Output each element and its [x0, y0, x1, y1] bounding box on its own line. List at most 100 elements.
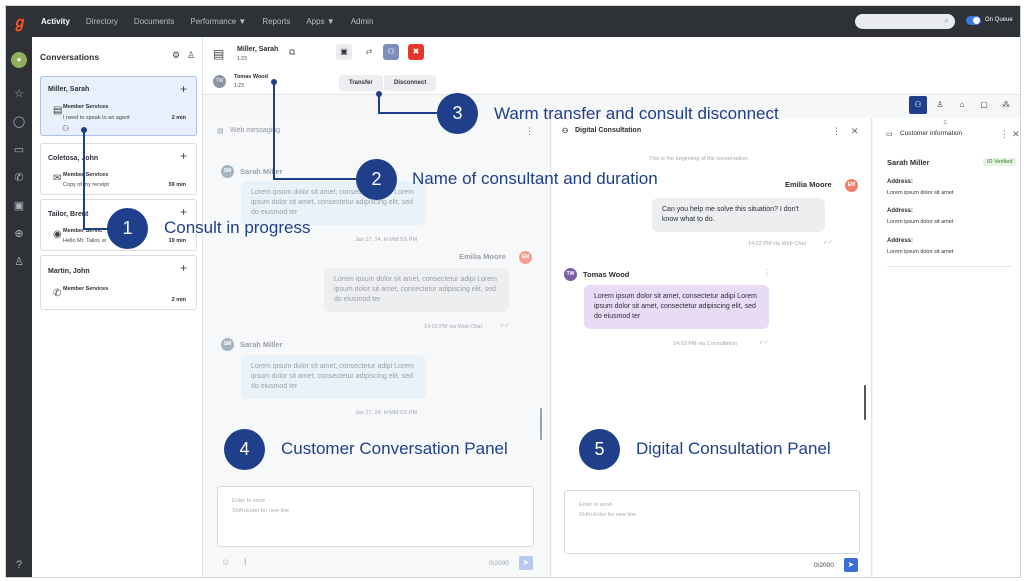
- transfer-button[interactable]: Transfer: [339, 75, 383, 91]
- annotation-3-label: Warm transfer and consult disconnect: [494, 104, 779, 123]
- customer-info-name: Sarah Miller: [887, 158, 930, 167]
- add-participant-icon[interactable]: ♙: [187, 50, 195, 61]
- message-input[interactable]: Enter to send Shift+Enter for new line: [217, 486, 534, 547]
- sender-name: Emilia Moore: [785, 180, 832, 189]
- screen-share-button[interactable]: ▣: [336, 44, 352, 60]
- sender-avatar: SM: [221, 165, 234, 178]
- nav-apps[interactable]: Apps ▼: [306, 17, 334, 26]
- card-name: Martin, John: [48, 268, 90, 275]
- phone-icon[interactable]: ✆: [11, 170, 27, 186]
- message-timestamp: 14:03 PM via Web Chat: [748, 241, 806, 247]
- address-label: Address:: [887, 208, 914, 214]
- consult-message-input[interactable]: Enter to send Shift+Enter for new line: [564, 490, 860, 554]
- transfer-arrows-button[interactable]: ⇄: [361, 44, 377, 60]
- user-avatar[interactable]: ●: [11, 52, 27, 68]
- sender-name: Tomas Wood: [583, 270, 630, 279]
- annotation-1-connector: [83, 130, 85, 230]
- global-search-input[interactable]: ⌕: [855, 14, 955, 29]
- end-interaction-button[interactable]: ✖: [408, 44, 424, 60]
- consultant-duration: 1:23: [234, 83, 244, 89]
- customer-name: Miller, Sarah: [237, 46, 279, 53]
- card-queue: Member Services: [63, 286, 109, 292]
- kebab-menu-icon[interactable]: ⋮: [763, 268, 771, 277]
- annotation-2-connector: [273, 82, 275, 180]
- top-nav-bar: ℊ Activity Directory Documents Performan…: [6, 6, 1020, 37]
- customer-duration: 1:23: [237, 56, 247, 62]
- on-queue-toggle[interactable]: [966, 16, 981, 25]
- network-icon[interactable]: ⁂: [997, 96, 1015, 114]
- conversations-title: Conversations: [40, 52, 100, 62]
- nav-directory[interactable]: Directory: [86, 17, 118, 26]
- read-receipt-icon: ✓✓: [823, 240, 833, 246]
- sender-avatar: EM: [845, 179, 858, 192]
- send-button[interactable]: ➤: [844, 558, 858, 572]
- card-queue: Member Services: [63, 104, 109, 110]
- message-timestamp: 14:03 PM via Web Chat: [424, 324, 482, 330]
- sender-avatar: TW: [564, 268, 577, 281]
- globe-icon[interactable]: ⊕: [11, 226, 27, 242]
- chat-bubble-icon[interactable]: ◯: [11, 114, 27, 130]
- journey-icon[interactable]: ⌂: [953, 96, 971, 114]
- inbox-icon[interactable]: ▣: [11, 198, 27, 214]
- contacts-icon[interactable]: ♙: [11, 254, 27, 270]
- annotation-1-label: Consult in progress: [164, 218, 311, 237]
- email-icon: ✉: [53, 173, 62, 184]
- close-icon[interactable]: ✕: [1012, 129, 1020, 140]
- consult-button[interactable]: ⚇: [383, 44, 399, 60]
- digital-consultation-title: Digital Consultation: [575, 127, 642, 134]
- annotation-3-connector: [378, 112, 438, 114]
- person-icon[interactable]: ♙: [931, 96, 949, 114]
- message-bubble: Lorem ipsum dolor sit amet, consectetur …: [241, 355, 426, 399]
- message-icon: ▤: [53, 105, 63, 116]
- star-icon[interactable]: ☆: [11, 86, 27, 102]
- consult-icon: ⚇: [62, 124, 70, 133]
- send-button[interactable]: ➤: [519, 556, 533, 570]
- message-bubble: Lorem ipsum dolor sit amet, consectetur …: [324, 268, 509, 312]
- annotation-5-marker: 5: [579, 429, 620, 470]
- consult-panel-icon[interactable]: ⚇: [909, 96, 927, 114]
- card-duration: 19 min: [168, 238, 186, 244]
- help-icon[interactable]: ?: [11, 557, 27, 573]
- scrollbar[interactable]: [864, 385, 866, 420]
- scrollbar[interactable]: [540, 408, 542, 440]
- kebab-menu-icon[interactable]: ⋮: [832, 126, 841, 137]
- plus-icon[interactable]: +: [180, 261, 187, 275]
- conversation-card[interactable]: Coletosa, John + ✉ Member Services Copy …: [40, 143, 197, 195]
- customer-information-title: Customer information: [900, 130, 963, 137]
- video-icon[interactable]: ▭: [11, 142, 27, 158]
- disconnect-button[interactable]: Disconnect: [384, 75, 437, 91]
- settings-gear-icon[interactable]: ⚙: [172, 50, 180, 61]
- nav-performance[interactable]: Performance ▼: [190, 17, 246, 26]
- conversation-card[interactable]: Miller, Sarah + ▤ Member Services I need…: [40, 76, 197, 136]
- left-rail: ● ☆ ◯ ▭ ✆ ▣ ⊕ ♙ ?: [6, 37, 32, 577]
- input-placeholder: Enter to send: [232, 498, 265, 504]
- genesys-logo-icon[interactable]: ℊ: [6, 6, 34, 37]
- close-icon[interactable]: ✕: [851, 126, 859, 137]
- read-receipt-icon: ✓✓: [759, 340, 769, 346]
- annotation-4-label: Customer Conversation Panel: [281, 439, 508, 458]
- read-receipt-icon: ✓✓: [500, 323, 510, 329]
- annotation-3-connector: [378, 94, 380, 113]
- drag-handle-icon[interactable]: ⠿: [943, 120, 947, 127]
- copy-icon[interactable]: ⧉: [289, 47, 295, 58]
- emoji-icon[interactable]: ☺: [221, 557, 230, 567]
- annotation-2-marker: 2: [356, 159, 397, 200]
- annotation-3-marker: 3: [437, 93, 478, 134]
- message-bubble: Can you help me solve this situation? I …: [652, 198, 825, 232]
- card-preview: Copy of my receipt: [63, 182, 109, 188]
- script-icon[interactable]: ▢: [975, 96, 993, 114]
- plus-icon[interactable]: +: [180, 205, 187, 219]
- plus-icon[interactable]: +: [180, 82, 187, 96]
- nav-activity[interactable]: Activity: [41, 17, 70, 26]
- nav-reports[interactable]: Reports: [262, 17, 290, 26]
- plus-icon[interactable]: +: [180, 149, 187, 163]
- nav-admin[interactable]: Admin: [351, 17, 374, 26]
- conversation-card[interactable]: Martin, John + ✆ Member Services 2 min: [40, 255, 197, 310]
- kebab-menu-icon[interactable]: ⋮: [525, 126, 534, 137]
- nav-documents[interactable]: Documents: [134, 17, 174, 26]
- kebab-menu-icon[interactable]: ⋮: [1000, 129, 1009, 140]
- attachment-icon[interactable]: ⌇: [243, 557, 247, 568]
- message-timestamp: 14:03 PM via Consultation: [673, 341, 738, 347]
- address-value: Lorem ipsum dolor sit amet: [887, 219, 954, 225]
- app-frame: ℊ Activity Directory Documents Performan…: [5, 5, 1021, 578]
